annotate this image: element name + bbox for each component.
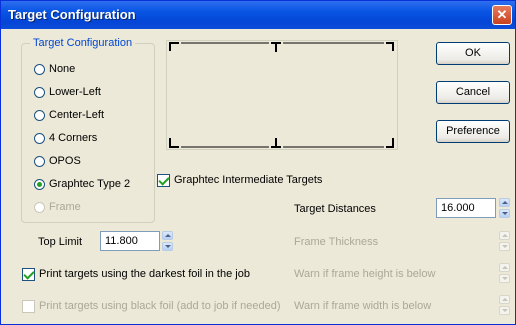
corner-mark-bottom-right [386, 138, 394, 148]
warn-width-up-arrow-icon [499, 295, 510, 304]
radio-circle-4-corners[interactable] [34, 132, 45, 144]
radio-frame: Frame [34, 200, 81, 214]
frame-thickness-spinner [499, 231, 510, 251]
warn-width-spinner [499, 295, 510, 315]
radio-center-left[interactable]: Center-Left [34, 108, 104, 122]
top-limit-up-arrow-icon[interactable] [162, 231, 173, 240]
radio-4-corners[interactable]: 4 Corners [34, 131, 97, 145]
preference-button[interactable]: Preference [436, 120, 510, 143]
frame-thickness-down-arrow-icon [499, 242, 510, 251]
radio-label-center-left: Center-Left [49, 109, 105, 121]
target-configuration-dialog: Target Configuration ✕ Target Configurat… [0, 0, 516, 325]
radio-label-none: None [49, 63, 76, 75]
warn-width-label: Warn if frame width is below [294, 300, 432, 312]
graphtec-intermediate-checkbox[interactable]: Graphtec Intermediate Targets [157, 173, 322, 187]
top-limit-spinner[interactable] [162, 231, 173, 251]
title-bar[interactable]: Target Configuration ✕ [1, 1, 515, 29]
target-marks-drawing [169, 42, 394, 148]
radio-lower-left[interactable]: Lower-Left [34, 85, 101, 99]
radio-opos[interactable]: OPOS [34, 154, 81, 168]
cancel-button[interactable]: Cancel [436, 81, 510, 104]
radio-label-opos: OPOS [49, 155, 81, 167]
target-preview [166, 40, 398, 150]
window-title: Target Configuration [8, 7, 136, 22]
warn-height-label: Warn if frame height is below [294, 268, 436, 280]
darkest-foil-label: Print targets using the darkest foil in … [39, 268, 250, 280]
graphtec-intermediate-label: Graphtec Intermediate Targets [174, 174, 323, 186]
warn-height-down-arrow-icon [499, 274, 510, 283]
radio-circle-lower-left[interactable] [34, 86, 45, 98]
ok-button[interactable]: OK [436, 42, 510, 65]
radio-circle-none[interactable] [34, 63, 45, 75]
frame-thickness-label: Frame Thickness [294, 236, 379, 248]
radio-graphtec-type-2[interactable]: Graphtec Type 2 [34, 177, 130, 191]
close-button[interactable]: ✕ [492, 5, 512, 25]
target-distances-label: Target Distances [294, 203, 376, 215]
warn-height-up-arrow-icon [499, 263, 510, 272]
graphtec-intermediate-check[interactable] [157, 173, 170, 187]
radio-label-graphtec-type-2: Graphtec Type 2 [49, 178, 131, 190]
radio-none[interactable]: None [34, 62, 75, 76]
radio-circle-frame [34, 201, 45, 213]
target-distances-down-arrow-icon[interactable] [499, 209, 510, 218]
black-foil-check [22, 299, 35, 313]
warn-height-spinner [499, 263, 510, 283]
radio-label-lower-left: Lower-Left [49, 86, 101, 98]
corner-mark-top-right [386, 42, 394, 51]
warn-width-down-arrow-icon [499, 306, 510, 315]
target-distances-up-arrow-icon[interactable] [499, 198, 510, 207]
top-limit-label: Top Limit [38, 236, 83, 248]
radio-label-frame: Frame [49, 201, 81, 213]
black-foil-label: Print targets using black foil (add to j… [39, 300, 281, 312]
radio-label-4-corners: 4 Corners [49, 132, 98, 144]
corner-mark-top-left [169, 42, 179, 51]
top-limit-input[interactable]: 11.800 [100, 231, 160, 251]
target-distances-input[interactable]: 16.000 [436, 198, 496, 218]
top-limit-down-arrow-icon[interactable] [162, 242, 173, 251]
darkest-foil-check[interactable] [22, 267, 35, 281]
black-foil-checkbox: Print targets using black foil (add to j… [22, 299, 281, 313]
radio-circle-center-left[interactable] [34, 109, 45, 121]
group-legend: Target Configuration [30, 37, 136, 49]
radio-circle-opos[interactable] [34, 155, 45, 167]
radio-circle-graphtec-type-2[interactable] [34, 178, 45, 190]
target-distances-spinner[interactable] [499, 198, 510, 218]
darkest-foil-checkbox[interactable]: Print targets using the darkest foil in … [22, 267, 250, 281]
corner-mark-bottom-left [169, 138, 179, 148]
frame-thickness-up-arrow-icon [499, 231, 510, 240]
